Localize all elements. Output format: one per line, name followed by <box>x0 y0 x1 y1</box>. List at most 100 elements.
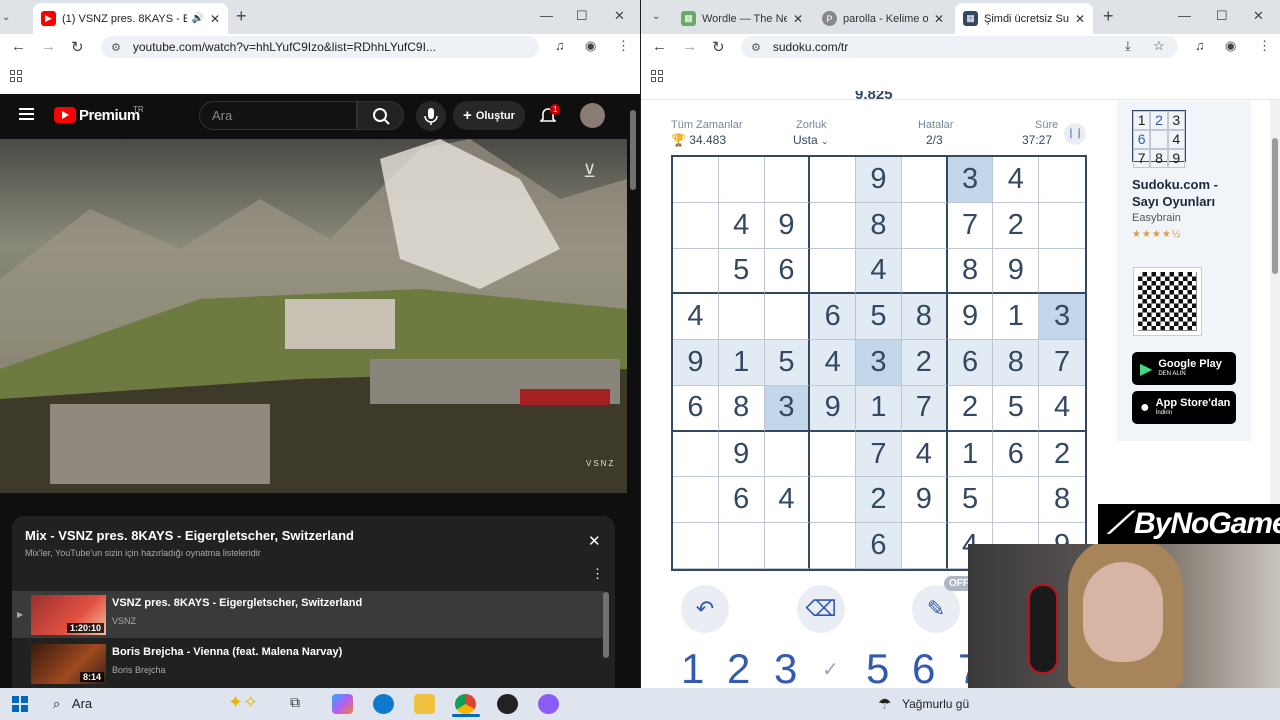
sudoku-cell[interactable] <box>764 523 811 569</box>
back-icon[interactable]: ← <box>652 38 667 55</box>
sudoku-cell[interactable] <box>673 431 719 478</box>
sudoku-cell[interactable] <box>1039 248 1085 295</box>
close-window-button[interactable]: ✕ <box>1253 8 1264 24</box>
sudoku-cell[interactable]: 6 <box>718 477 765 524</box>
sudoku-cell[interactable]: 4 <box>856 248 902 295</box>
youtube-search-button[interactable] <box>357 101 404 130</box>
maximize-button[interactable]: ☐ <box>576 8 588 24</box>
sudoku-cell[interactable] <box>673 477 719 524</box>
sudoku-cell[interactable]: 9 <box>810 385 857 432</box>
sudoku-cell[interactable]: 1 <box>718 340 765 386</box>
tab-parolla[interactable]: P parolla - Kelime o ✕ <box>814 3 952 34</box>
sudoku-cell[interactable]: 9 <box>673 340 719 386</box>
sudoku-cell[interactable] <box>810 202 857 249</box>
sudoku-cell[interactable]: 5 <box>856 294 902 341</box>
sudoku-cell[interactable]: 8 <box>856 202 902 249</box>
erase-button[interactable]: ⌫ <box>797 585 845 633</box>
sudoku-cell[interactable]: 7 <box>947 202 994 249</box>
address-bar[interactable]: ⚙ youtube.com/watch?v=hhLYufC9Izo&list=R… <box>101 36 539 58</box>
app-store-button[interactable]: ● App Store'dan İndirin <box>1132 391 1236 424</box>
numpad-key[interactable]: 2 <box>727 645 750 693</box>
sudoku-cell[interactable]: 4 <box>993 157 1040 203</box>
youtube-logo-icon[interactable] <box>54 107 76 123</box>
sudoku-cell[interactable] <box>764 157 811 203</box>
tab-search-icon[interactable]: ⌄ <box>652 11 660 22</box>
notes-button[interactable]: ✎ <box>912 585 960 633</box>
new-tab-button[interactable]: + <box>1103 6 1114 27</box>
sudoku-cell[interactable] <box>764 431 811 478</box>
close-window-button[interactable]: ✕ <box>614 8 625 24</box>
sudoku-cell[interactable] <box>764 294 811 341</box>
apps-icon[interactable] <box>651 70 663 82</box>
sudoku-cell[interactable] <box>901 248 948 295</box>
sudoku-cell[interactable]: 1 <box>856 385 902 432</box>
sudoku-cell[interactable]: 6 <box>947 340 994 386</box>
sudoku-cell[interactable]: 2 <box>947 385 994 432</box>
sudoku-cell[interactable]: 3 <box>947 157 994 203</box>
sudoku-cell[interactable]: 5 <box>993 385 1040 432</box>
sudoku-cell[interactable]: 8 <box>718 385 765 432</box>
page-scrollbar[interactable] <box>630 110 636 190</box>
video-player[interactable]: ⊻ VSNZ <box>0 139 627 493</box>
sudoku-cell[interactable]: 3 <box>764 385 811 432</box>
maximize-button[interactable]: ☐ <box>1216 8 1228 24</box>
sudoku-cell[interactable] <box>718 523 765 569</box>
sudoku-cell[interactable]: 1 <box>993 294 1040 341</box>
address-bar[interactable]: ⚙ sudoku.com/tr <box>741 36 1178 58</box>
sudoku-cell[interactable] <box>810 157 857 203</box>
sudoku-cell[interactable]: 6 <box>810 294 857 341</box>
sudoku-cell[interactable] <box>810 248 857 295</box>
chrome-icon[interactable] <box>455 694 476 714</box>
sudoku-cell[interactable]: 9 <box>718 431 765 478</box>
ad-title[interactable]: Sudoku.com - Sayı Oyunları <box>1132 176 1242 210</box>
sudoku-cell[interactable]: 2 <box>901 340 948 386</box>
sudoku-cell[interactable]: 9 <box>901 477 948 524</box>
voice-search-button[interactable] <box>416 101 446 131</box>
profile-icon[interactable]: ◉ <box>585 38 596 54</box>
sudoku-cell[interactable]: 9 <box>856 157 902 203</box>
sudoku-cell[interactable]: 9 <box>764 202 811 249</box>
sudoku-cell[interactable]: 4 <box>810 340 857 386</box>
sudoku-cell[interactable]: 4 <box>1039 385 1085 432</box>
sudoku-cell[interactable]: 4 <box>901 431 948 478</box>
hamburger-icon[interactable] <box>19 108 34 120</box>
windows-start-icon[interactable] <box>12 696 28 712</box>
numpad-key[interactable]: 3 <box>774 645 797 693</box>
sudoku-cell[interactable] <box>993 477 1040 524</box>
sudoku-cell[interactable]: 4 <box>673 294 719 341</box>
media-icon[interactable]: ♫ <box>555 38 565 53</box>
sudoku-cell[interactable]: 6 <box>764 248 811 295</box>
sudoku-cell[interactable]: 5 <box>718 248 765 295</box>
google-play-button[interactable]: ▶ Google Play DEN ALIN <box>1132 352 1236 385</box>
numpad-key[interactable]: ✓ <box>822 657 839 682</box>
sudoku-cell[interactable]: 8 <box>993 340 1040 386</box>
taskbar-search[interactable]: ⌕ Ara <box>53 696 92 712</box>
sudoku-cell[interactable] <box>810 477 857 524</box>
new-tab-button[interactable]: + <box>236 6 247 27</box>
sudoku-cell[interactable] <box>673 157 719 203</box>
playlist-item[interactable]: 8:14 Boris Brejcha - Vienna (feat. Malen… <box>12 640 604 687</box>
reload-icon[interactable]: ↻ <box>712 38 725 56</box>
avatar[interactable] <box>580 103 605 128</box>
copilot-icon[interactable] <box>332 694 353 714</box>
sudoku-cell[interactable] <box>810 431 857 478</box>
discord-icon[interactable] <box>538 694 559 714</box>
tab-close-icon[interactable]: ✕ <box>1075 12 1085 26</box>
tab-search-icon[interactable]: ⌄ <box>2 12 10 23</box>
sudoku-cell[interactable]: 7 <box>1039 340 1085 386</box>
sudoku-cell[interactable] <box>810 523 857 569</box>
sudoku-cell[interactable]: 9 <box>947 294 994 341</box>
sudoku-cell[interactable] <box>901 157 948 203</box>
site-info-icon[interactable]: ⚙ <box>111 41 121 54</box>
sudoku-cell[interactable]: 8 <box>901 294 948 341</box>
menu-icon[interactable]: ⋮ <box>1258 38 1271 54</box>
sudoku-cell[interactable]: 6 <box>673 385 719 432</box>
minimize-button[interactable]: — <box>1178 8 1191 23</box>
file-explorer-icon[interactable] <box>414 694 435 714</box>
sudoku-cell[interactable]: 3 <box>856 340 902 386</box>
sudoku-cell[interactable]: 7 <box>901 385 948 432</box>
playlist-title[interactable]: Mix - VSNZ pres. 8KAYS - Eigergletscher,… <box>25 528 354 543</box>
install-icon[interactable]: ⤓ <box>1125 38 1131 54</box>
sudoku-cell[interactable] <box>1039 157 1085 203</box>
tab-youtube[interactable]: ▶ (1) VSNZ pres. 8KAYS - Eige 🔊 ✕ <box>33 3 228 34</box>
